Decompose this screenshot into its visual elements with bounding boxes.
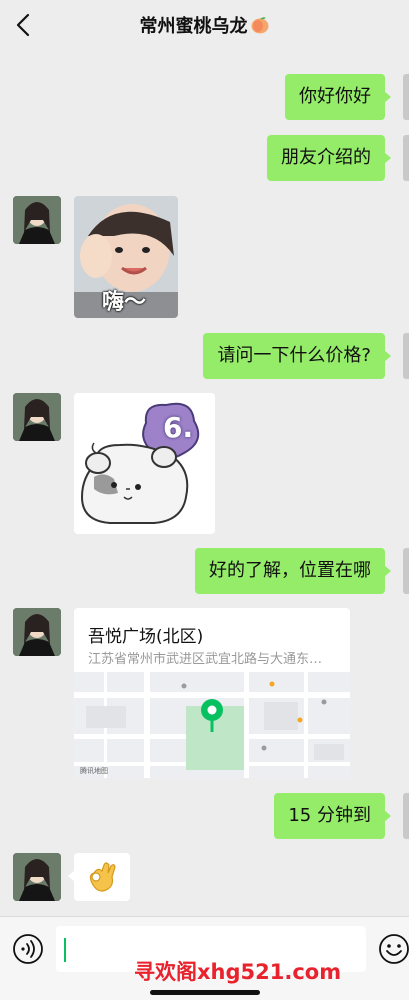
sent-bubble[interactable]: 15 分钟到 xyxy=(274,793,391,839)
location-address: 江苏省常州市武进区武宜北路与大通东… xyxy=(88,652,323,667)
ok-hand-icon xyxy=(89,862,116,892)
message-row: 朋友介绍的 xyxy=(0,135,409,181)
sticker-image[interactable]: 6. xyxy=(74,393,215,534)
self-avatar[interactable] xyxy=(403,793,409,839)
contact-avatar[interactable] xyxy=(13,608,61,656)
contact-avatar[interactable] xyxy=(13,393,61,441)
received-bubble[interactable] xyxy=(68,853,130,901)
chat-title: 常州蜜桃乌龙 xyxy=(0,12,409,38)
chat-title-text: 常州蜜桃乌龙 xyxy=(139,16,248,37)
location-title: 吾悦广场(北区) xyxy=(88,627,204,647)
self-avatar[interactable] xyxy=(403,333,409,379)
message-row: 请问一下什么价格? xyxy=(0,333,409,379)
self-avatar[interactable] xyxy=(403,74,409,120)
peach-icon xyxy=(250,16,270,34)
sticker-image[interactable]: 嗨～ xyxy=(74,196,178,318)
chat-header: 常州蜜桃乌龙 xyxy=(0,0,409,50)
location-map[interactable]: 腾讯地图 xyxy=(74,672,350,778)
sent-bubble[interactable]: 朋友介绍的 xyxy=(267,135,391,181)
watermark: 寻欢阁xhg521.com xyxy=(134,960,342,984)
message-text: 好的了解，位置在哪 xyxy=(209,560,371,581)
sticker-badge: 6. xyxy=(163,411,194,444)
message-text: 15 分钟到 xyxy=(288,805,371,826)
message-row: 15 分钟到 xyxy=(0,793,409,839)
text-caret xyxy=(64,938,66,962)
sticker-caption: 嗨～ xyxy=(102,290,147,315)
smiley-icon xyxy=(379,934,409,964)
message-text: 你好你好 xyxy=(299,86,371,107)
voice-icon xyxy=(13,934,43,964)
sent-bubble[interactable]: 好的了解，位置在哪 xyxy=(195,548,391,594)
location-card[interactable]: 吾悦广场(北区) 江苏省常州市武进区武宜北路与大通东… 腾讯地图 xyxy=(74,608,350,778)
voice-button[interactable] xyxy=(12,933,44,965)
self-avatar[interactable] xyxy=(403,135,409,181)
self-avatar[interactable] xyxy=(403,548,409,594)
contact-avatar[interactable] xyxy=(13,853,61,901)
message-text: 请问一下什么价格? xyxy=(217,345,371,366)
emoji-button[interactable] xyxy=(378,933,409,965)
message-text: 朋友介绍的 xyxy=(281,147,371,168)
sent-bubble[interactable]: 你好你好 xyxy=(285,74,391,120)
map-caption: 腾讯地图 xyxy=(80,767,108,775)
message-row: 你好你好 xyxy=(0,74,409,120)
sent-bubble[interactable]: 请问一下什么价格? xyxy=(203,333,391,379)
home-indicator xyxy=(150,990,260,995)
message-row: 好的了解，位置在哪 xyxy=(0,548,409,594)
contact-avatar[interactable] xyxy=(13,196,61,244)
